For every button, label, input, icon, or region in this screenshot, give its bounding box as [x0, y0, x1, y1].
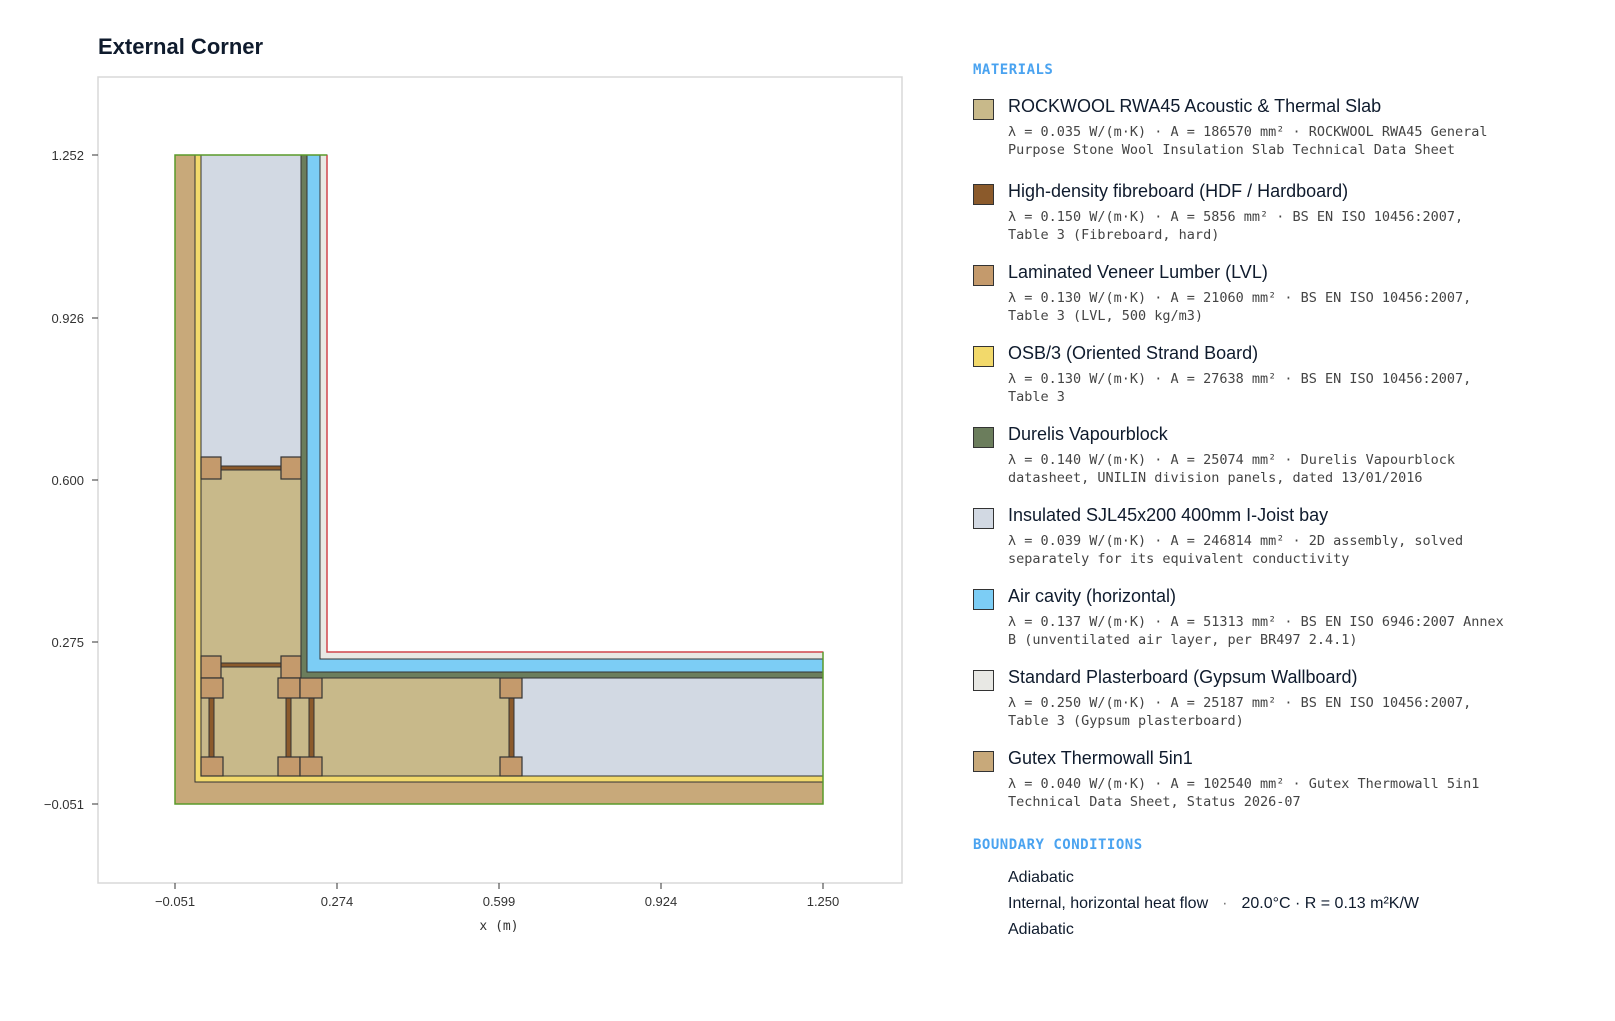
boundary-conditions-heading: BOUNDARY CONDITIONS: [973, 837, 1143, 853]
lvl-flange: [280, 655, 302, 679]
material-swatch: [973, 184, 994, 205]
lvl-flange: [200, 756, 224, 777]
lvl-flange: [200, 456, 222, 480]
material-properties: λ = 0.250 W/(m·K) · A = 25187 mm² · BS E…: [1008, 695, 1472, 729]
lvl-flange: [299, 677, 323, 699]
material-name: Air cavity (horizontal): [1008, 586, 1177, 606]
mineral-wool-corner: [200, 662, 512, 777]
lvl-flange: [277, 756, 301, 777]
material-swatch: [973, 751, 994, 772]
material-name: OSB/3 (Oriented Strand Board): [1008, 343, 1259, 363]
materials-list: ROCKWOOL RWA45 Acoustic & Thermal Slab λ …: [973, 94, 1533, 811]
x-tick-label: −0.051: [155, 894, 195, 909]
y-tick-label: 1.252: [51, 148, 84, 163]
boundary-condition-label: Adiabatic: [1008, 869, 1074, 886]
joist-web: [218, 465, 282, 471]
material-swatch: [973, 346, 994, 367]
material-item: OSB/3 (Oriented Strand Board) λ = 0.130 W…: [973, 341, 1533, 406]
joist-web: [218, 662, 282, 668]
material-properties: λ = 0.150 W/(m·K) · A = 5856 mm² · BS EN…: [1008, 209, 1464, 243]
boundary-condition-item: Adiabatic: [973, 865, 1533, 891]
material-name: Laminated Veneer Lumber (LVL): [1008, 262, 1268, 282]
material-item: Air cavity (horizontal) λ = 0.137 W/(m·K)…: [973, 584, 1533, 649]
material-swatch: [973, 427, 994, 448]
joist-web: [285, 696, 292, 758]
material-item: Laminated Veneer Lumber (LVL) λ = 0.130 W…: [973, 260, 1533, 325]
y-tick-label: 0.275: [51, 635, 84, 650]
materials-heading: MATERIALS: [973, 62, 1054, 78]
joist-web: [308, 696, 315, 758]
boundary-condition-item: Adiabatic: [973, 917, 1533, 943]
lvl-flange: [499, 677, 523, 699]
material-properties: λ = 0.039 W/(m·K) · A = 246814 mm² · 2D …: [1008, 533, 1464, 567]
x-tick-label: 0.599: [483, 894, 516, 909]
ijoist-bay-horizontal: [510, 677, 824, 777]
joist-web: [208, 696, 215, 758]
boundary-condition-detail: 20.0°C · R = 0.13 m²K/W: [1241, 895, 1420, 912]
material-properties: λ = 0.140 W/(m·K) · A = 25074 mm² · Dure…: [1008, 452, 1456, 486]
material-name: Insulated SJL45x200 400mm I-Joist bay: [1008, 505, 1329, 525]
material-swatch: [973, 670, 994, 691]
y-axis: 1.252 0.926 0.600 0.275 −0.051: [44, 148, 98, 812]
separator-dot: ·: [1222, 895, 1228, 912]
material-name: Standard Plasterboard (Gypsum Wallboard): [1008, 667, 1358, 687]
material-item: Durelis Vapourblock λ = 0.140 W/(m·K) · A…: [973, 422, 1533, 487]
ijoist-bay-vertical: [200, 154, 302, 468]
x-tick-label: 0.924: [645, 894, 678, 909]
lvl-flange: [277, 677, 301, 699]
material-item: Gutex Thermowall 5in1 λ = 0.040 W/(m·K) ·…: [973, 746, 1533, 811]
material-item: Standard Plasterboard (Gypsum Wallboard)…: [973, 665, 1533, 730]
material-swatch: [973, 508, 994, 529]
boundary-condition-item: Internal, horizontal heat flow · 20.0°C · …: [973, 891, 1533, 917]
material-swatch: [973, 265, 994, 286]
joist-web: [508, 696, 515, 758]
boundary-conditions-list: Adiabatic Internal, horizontal heat flow ·…: [973, 865, 1533, 943]
mineral-wool-vertical: [200, 466, 302, 664]
x-axis-label: x (m): [479, 919, 518, 934]
lvl-flange: [200, 677, 224, 699]
x-axis: −0.051 0.274 0.599 0.924 1.250 x (m): [155, 883, 839, 934]
lvl-flange: [299, 756, 323, 777]
y-tick-label: −0.051: [44, 797, 84, 812]
lvl-flange: [499, 756, 523, 777]
material-properties: λ = 0.040 W/(m·K) · A = 102540 mm² · Gut…: [1008, 776, 1480, 810]
material-properties: λ = 0.035 W/(m·K) · A = 186570 mm² · ROC…: [1008, 124, 1488, 158]
material-name: High-density fibreboard (HDF / Hardboard…: [1008, 181, 1349, 201]
legend-panel: MATERIALS ROCKWOOL RWA45 Acoustic & Ther…: [973, 62, 1533, 943]
material-properties: λ = 0.130 W/(m·K) · A = 21060 mm² · BS E…: [1008, 290, 1472, 324]
lvl-flange: [280, 456, 302, 480]
material-item: High-density fibreboard (HDF / Hardboard…: [973, 179, 1533, 244]
material-swatch: [973, 589, 994, 610]
boundary-condition-label: Internal, horizontal heat flow: [1008, 895, 1209, 912]
material-name: Durelis Vapourblock: [1008, 424, 1168, 444]
material-name: Gutex Thermowall 5in1: [1008, 748, 1193, 768]
material-item: ROCKWOOL RWA45 Acoustic & Thermal Slab λ …: [973, 94, 1533, 159]
y-tick-label: 0.926: [51, 311, 84, 326]
boundary-condition-label: Adiabatic: [1008, 921, 1074, 938]
x-tick-label: 0.274: [321, 894, 354, 909]
x-tick-label: 1.250: [807, 894, 840, 909]
y-tick-label: 0.600: [51, 473, 84, 488]
material-properties: λ = 0.137 W/(m·K) · A = 51313 mm² · BS E…: [1008, 614, 1504, 648]
material-properties: λ = 0.130 W/(m·K) · A = 27638 mm² · BS E…: [1008, 371, 1472, 405]
material-swatch: [973, 99, 994, 120]
material-name: ROCKWOOL RWA45 Acoustic & Thermal Slab: [1008, 96, 1382, 116]
material-item: Insulated SJL45x200 400mm I-Joist bay λ =…: [973, 503, 1533, 568]
lvl-flange: [200, 655, 222, 679]
section-diagram: 1.252 0.926 0.600 0.275 −0.051 −0.051 0.…: [44, 76, 903, 934]
